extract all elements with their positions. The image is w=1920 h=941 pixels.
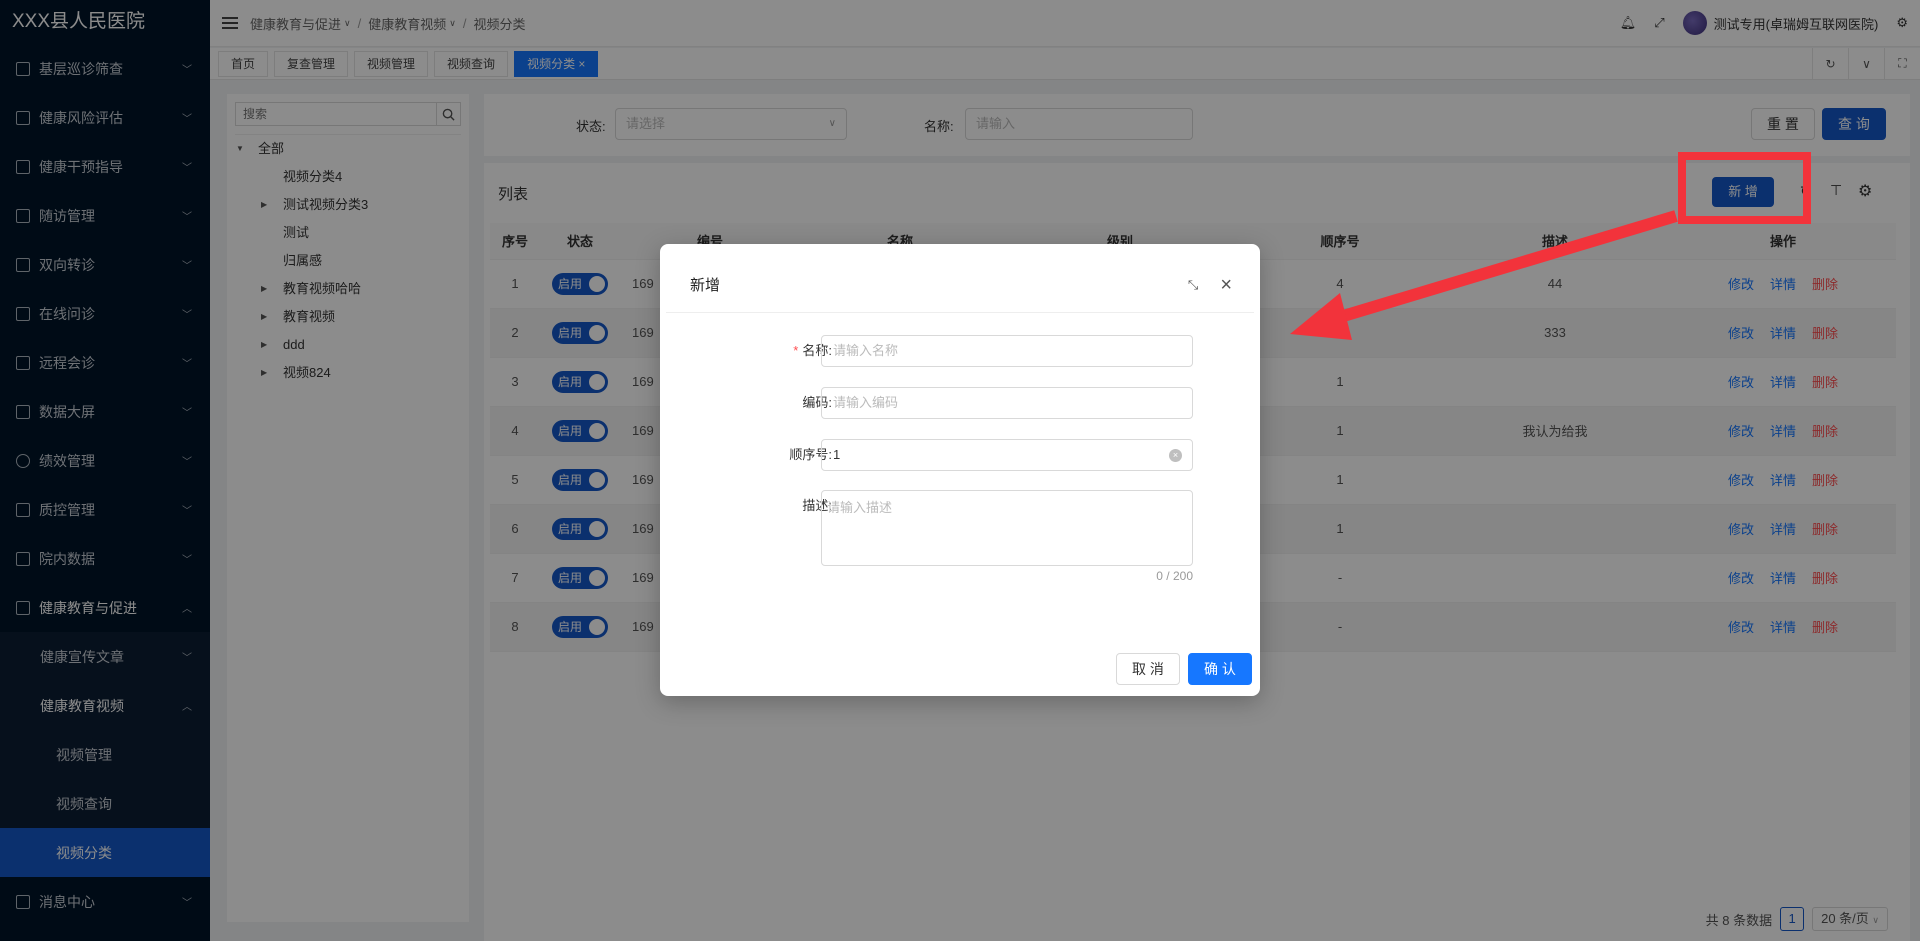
dialog-title: 新增 (690, 277, 721, 294)
clear-icon[interactable]: × (1169, 449, 1182, 462)
annotation-highlight-box (1678, 152, 1811, 224)
order-input[interactable]: 1 × (821, 439, 1193, 471)
dialog-tools: ⤡ × (1188, 275, 1232, 295)
divider (666, 312, 1254, 313)
fullscreen-icon[interactable]: ⤡ (1188, 277, 1198, 293)
confirm-button[interactable]: 确 认 (1188, 653, 1252, 685)
name-input[interactable]: 请输入名称 (821, 335, 1193, 367)
char-counter: 0 / 200 (1156, 569, 1193, 583)
add-category-dialog: 新增 ⤡ × * 名称: 请输入名称 编码: 请输入编码 顺序号: 1 × 描述: … (660, 244, 1260, 696)
cancel-button[interactable]: 取 消 (1116, 653, 1180, 685)
code-input[interactable]: 请输入编码 (821, 387, 1193, 419)
order-value: 1 (833, 447, 841, 462)
form-row-order: 顺序号: 1 × (660, 439, 1260, 471)
close-icon[interactable]: × (1220, 275, 1232, 295)
form-row-name: * 名称: 请输入名称 (660, 335, 1260, 367)
desc-textarea[interactable]: 请输入描述 (821, 490, 1193, 566)
form-row-code: 编码: 请输入编码 (660, 387, 1260, 419)
